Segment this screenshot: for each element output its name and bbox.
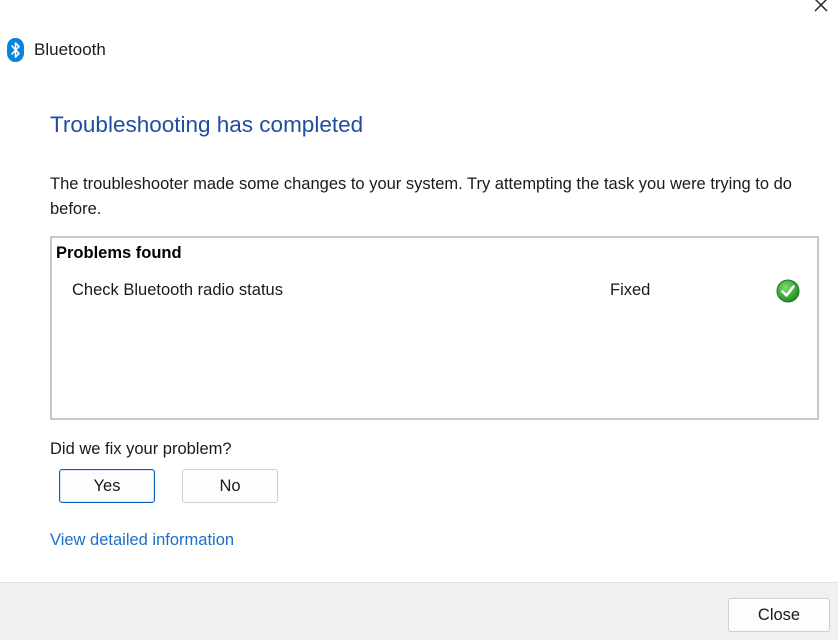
problem-status: Fixed — [610, 281, 651, 299]
view-detailed-information-link[interactable]: View detailed information — [50, 531, 234, 550]
description-text: The troubleshooter made some changes to … — [50, 175, 792, 218]
troubleshooter-window: Bluetooth Troubleshooting has completed … — [0, 0, 838, 640]
bluetooth-icon — [7, 38, 24, 62]
no-button[interactable]: No — [182, 469, 278, 503]
title-bar: Bluetooth — [7, 38, 106, 62]
problem-name: Check Bluetooth radio status — [72, 281, 283, 299]
problems-found-panel: Problems found Check Bluetooth radio sta… — [50, 236, 819, 420]
footer-bar: Close — [0, 582, 838, 640]
feedback-question: Did we fix your problem? — [50, 440, 232, 458]
problems-header: Problems found — [56, 244, 182, 262]
window-title: Bluetooth — [34, 40, 106, 59]
page-title: Troubleshooting has completed — [50, 112, 364, 137]
problem-row: Check Bluetooth radio status Fixed — [52, 278, 817, 306]
close-window-icon[interactable] — [810, 0, 832, 16]
green-checkmark-icon — [776, 279, 800, 303]
close-button[interactable]: Close — [728, 598, 830, 632]
yes-button[interactable]: Yes — [59, 469, 155, 503]
